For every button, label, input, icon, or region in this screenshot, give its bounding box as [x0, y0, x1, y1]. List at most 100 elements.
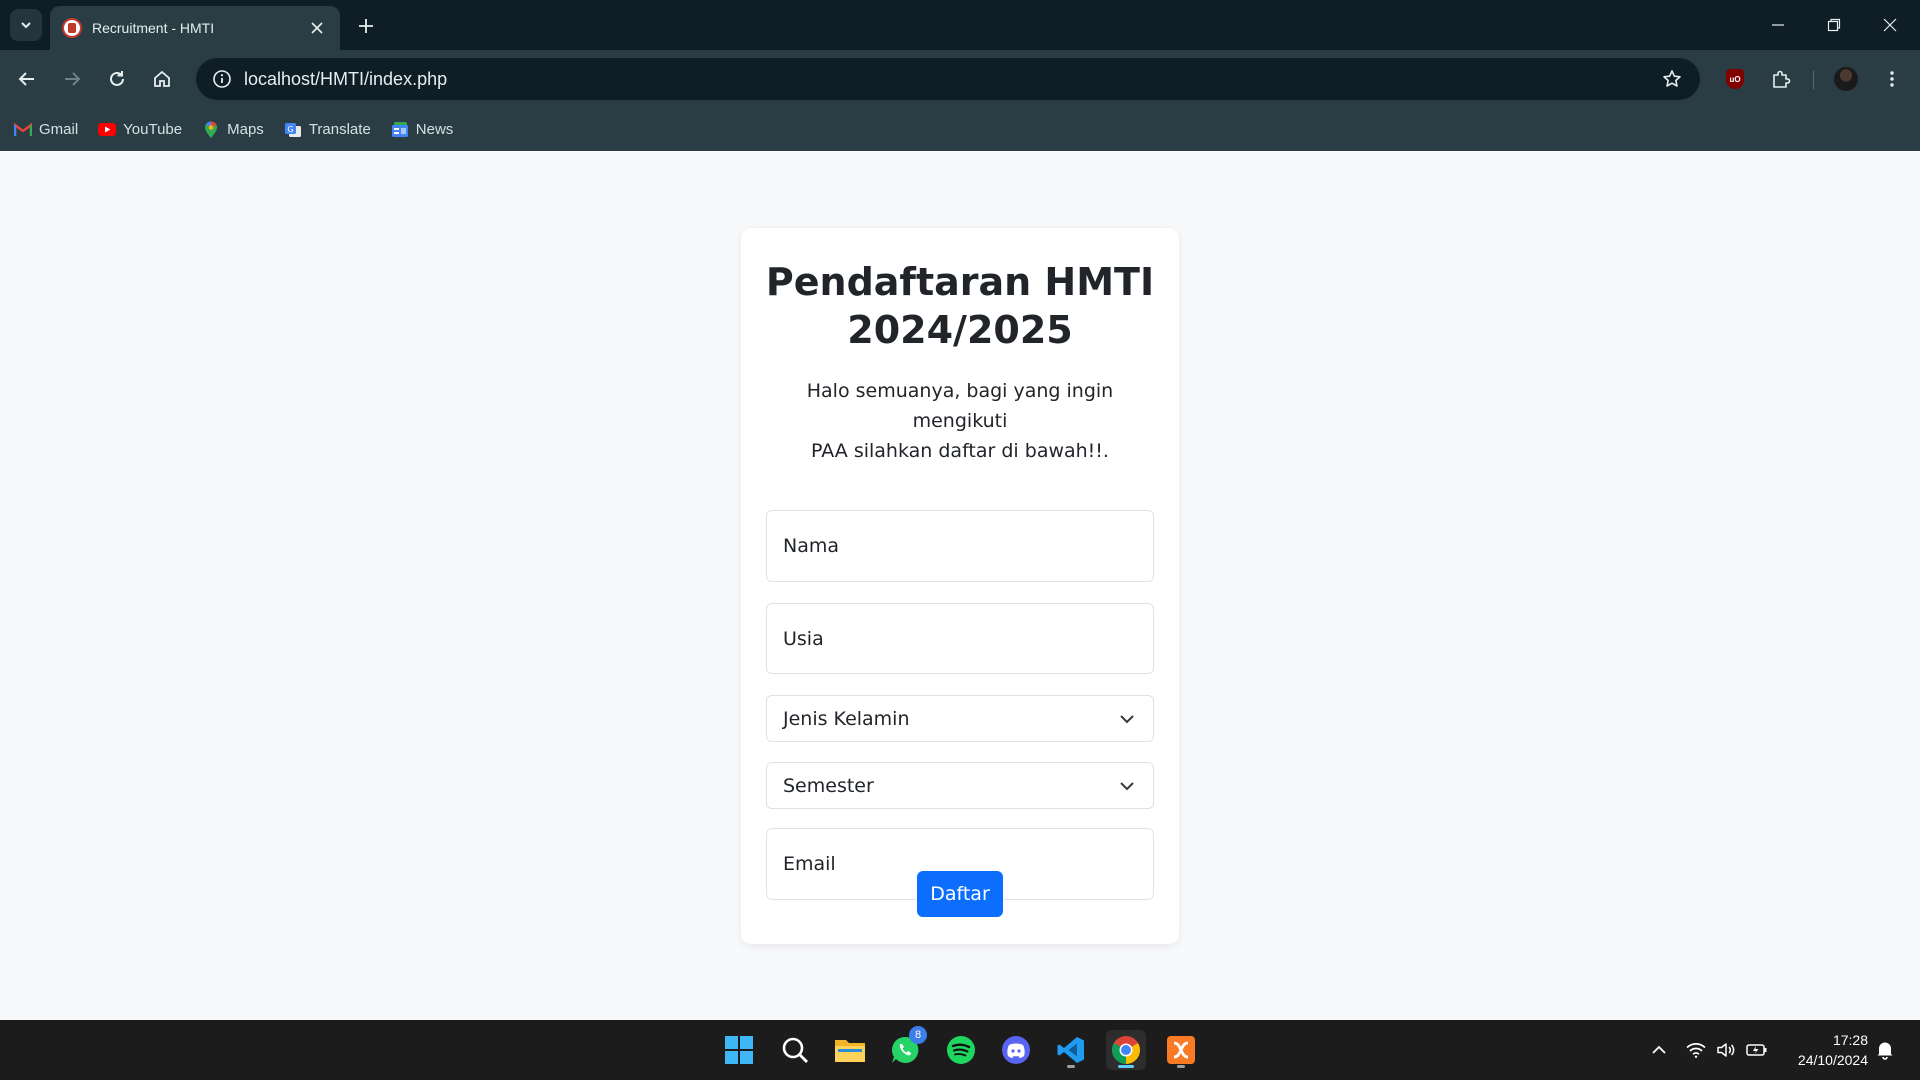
notifications-button[interactable] — [1874, 1040, 1896, 1060]
whatsapp-badge: 8 — [909, 1026, 927, 1044]
daftar-button[interactable]: Daftar — [917, 871, 1003, 917]
xampp-icon — [1167, 1036, 1195, 1064]
back-button[interactable] — [11, 63, 43, 95]
running-indicator — [1177, 1065, 1185, 1068]
page-title-line-2: 2024/2025 — [847, 308, 1073, 352]
address-bar[interactable]: localhost/HMTI/index.php — [196, 58, 1700, 100]
browser-toolbar: localhost/HMTI/index.php uO — [0, 50, 1920, 108]
info-icon — [213, 70, 231, 88]
volume-button[interactable] — [1715, 1040, 1737, 1060]
vscode-button[interactable] — [1051, 1030, 1091, 1070]
page-viewport: Pendaftaran HMTI 2024/2025 Halo semuanya… — [0, 151, 1920, 1020]
bookmark-maps[interactable]: Maps — [202, 115, 264, 145]
chrome-button[interactable] — [1106, 1030, 1146, 1070]
spotify-button[interactable] — [941, 1030, 981, 1070]
bell-icon — [1877, 1042, 1893, 1060]
page-description: Halo semuanya, bagi yang ingin mengikuti… — [761, 376, 1159, 466]
windows-taskbar: 8 17:28 24/10/2024 — [0, 1020, 1920, 1080]
nama-field[interactable] — [766, 510, 1154, 582]
whatsapp-button[interactable]: 8 — [885, 1026, 927, 1070]
page-description-line-2: PAA silahkan daftar di bawah!!. — [811, 440, 1109, 462]
url-text[interactable]: localhost/HMTI/index.php — [244, 69, 447, 90]
restore-button[interactable] — [1806, 0, 1862, 50]
discord-button[interactable] — [996, 1030, 1036, 1070]
chrome-icon — [1112, 1036, 1140, 1064]
arrow-left-icon — [18, 72, 34, 86]
spotify-icon — [947, 1036, 975, 1064]
bookmark-youtube[interactable]: YouTube — [98, 115, 182, 145]
menu-button[interactable] — [1876, 63, 1908, 95]
gmail-icon — [14, 122, 32, 138]
star-icon — [1663, 70, 1681, 87]
site-info-button[interactable] — [202, 58, 242, 100]
semester-select[interactable]: Semester — [766, 762, 1154, 809]
registration-card: Pendaftaran HMTI 2024/2025 Halo semuanya… — [741, 228, 1179, 944]
discord-icon — [1002, 1036, 1030, 1064]
start-button[interactable] — [719, 1030, 759, 1070]
minimize-button[interactable] — [1750, 0, 1806, 50]
usia-field[interactable] — [766, 603, 1154, 674]
bookmark-label: News — [415, 121, 454, 138]
network-button[interactable] — [1685, 1040, 1707, 1060]
bookmark-star-button[interactable] — [1660, 67, 1684, 91]
home-icon — [154, 70, 170, 87]
page-title: Pendaftaran HMTI 2024/2025 — [741, 258, 1179, 354]
bookmark-label: Gmail — [39, 121, 79, 138]
new-tab-button[interactable] — [352, 12, 380, 40]
news-icon — [391, 121, 409, 138]
windows-start-icon — [725, 1036, 753, 1064]
bookmark-label: Maps — [227, 121, 264, 138]
bookmark-gmail[interactable]: Gmail — [14, 115, 78, 145]
minimize-icon — [1772, 24, 1784, 26]
chevron-down-icon — [1117, 709, 1137, 729]
wifi-icon — [1686, 1043, 1706, 1058]
maps-icon — [202, 120, 220, 138]
forward-button[interactable] — [56, 63, 88, 95]
tab-title: Recruitment - HMTI — [92, 20, 215, 36]
ublock-icon: uO — [1726, 69, 1744, 89]
youtube-icon — [98, 122, 117, 138]
page-title-line-1: Pendaftaran HMTI — [765, 260, 1155, 304]
profile-button[interactable] — [1830, 63, 1862, 95]
tab-search-button[interactable] — [10, 9, 42, 41]
close-icon — [311, 22, 323, 34]
page-description-line-1: Halo semuanya, bagi yang ingin mengikuti — [806, 380, 1114, 432]
reload-button[interactable] — [101, 63, 133, 95]
nama-input[interactable] — [783, 535, 1137, 557]
extensions-button[interactable] — [1765, 63, 1797, 95]
clock-time: 17:28 — [1832, 1032, 1868, 1048]
reload-icon — [110, 71, 124, 86]
battery-button[interactable] — [1746, 1040, 1768, 1060]
home-button[interactable] — [146, 63, 178, 95]
browser-tab-active[interactable]: Recruitment - HMTI — [50, 6, 340, 50]
arrow-right-icon — [65, 72, 81, 86]
xampp-button[interactable] — [1161, 1030, 1201, 1070]
usia-input[interactable] — [783, 627, 1137, 650]
ublock-extension-button[interactable]: uO — [1719, 63, 1751, 95]
taskbar-clock[interactable]: 17:28 24/10/2024 — [1778, 1030, 1868, 1070]
tray-overflow-button[interactable] — [1648, 1040, 1670, 1060]
hmti-favicon-icon — [62, 18, 82, 38]
puzzle-icon — [1773, 70, 1791, 88]
semester-select-value: Semester — [783, 774, 874, 797]
more-vertical-icon — [1890, 71, 1894, 87]
bookmark-label: Translate — [308, 121, 371, 138]
bookmark-translate[interactable]: G Translate — [284, 115, 371, 145]
file-explorer-button[interactable] — [830, 1030, 870, 1070]
chevron-up-icon — [1652, 1045, 1666, 1054]
tab-close-button[interactable] — [306, 17, 328, 39]
svg-text:G: G — [287, 125, 293, 134]
chevron-down-icon — [1117, 776, 1137, 796]
bookmark-news[interactable]: News — [391, 115, 454, 145]
taskbar-search-button[interactable] — [775, 1030, 815, 1070]
avatar — [1834, 67, 1858, 91]
vscode-icon — [1057, 1037, 1084, 1063]
gender-select[interactable]: Jenis Kelamin — [766, 695, 1154, 742]
toolbar-separator — [1813, 71, 1814, 89]
clock-date: 24/10/2024 — [1797, 1052, 1868, 1068]
window-close-button[interactable] — [1862, 0, 1918, 50]
tab-strip: Recruitment - HMTI — [0, 0, 1920, 50]
chevron-down-icon — [21, 22, 31, 29]
gender-select-value: Jenis Kelamin — [783, 707, 910, 730]
bookmark-label: YouTube — [123, 121, 183, 138]
